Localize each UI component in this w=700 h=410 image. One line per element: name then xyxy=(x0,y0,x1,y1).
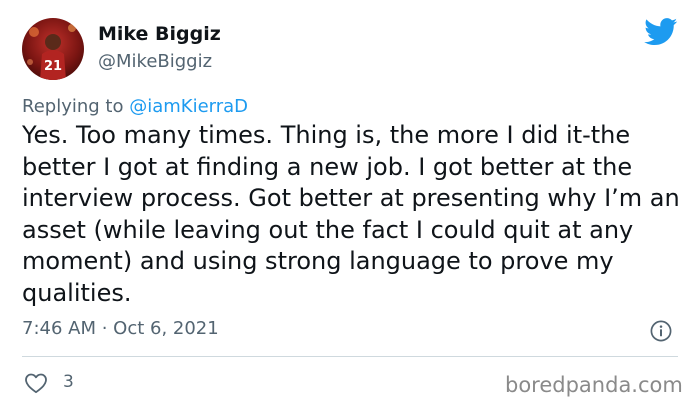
tweet-text: Yes. Too many times. Thing is, the more … xyxy=(22,121,680,307)
avatar-jersey-number: 21 xyxy=(44,59,62,74)
watermark: boredpanda.com xyxy=(505,373,683,397)
reply-prefix: Replying to xyxy=(22,96,130,117)
avatar-image: 21 xyxy=(22,18,84,80)
reply-context: Replying to @iamKierraD xyxy=(22,96,248,117)
reply-mention-link[interactable]: @iamKierraD xyxy=(129,96,248,117)
tweet-timestamp[interactable]: 7:46 AM · Oct 6, 2021 xyxy=(22,318,219,339)
avatar[interactable]: 21 xyxy=(22,18,84,80)
twitter-bird-icon[interactable] xyxy=(644,18,678,46)
info-icon[interactable] xyxy=(650,320,672,342)
author-display-name[interactable]: Mike Biggiz xyxy=(98,23,221,45)
divider xyxy=(22,356,678,357)
heart-icon[interactable] xyxy=(24,372,48,394)
author-handle[interactable]: @MikeBiggiz xyxy=(98,51,212,72)
like-count[interactable]: 3 xyxy=(63,372,74,392)
